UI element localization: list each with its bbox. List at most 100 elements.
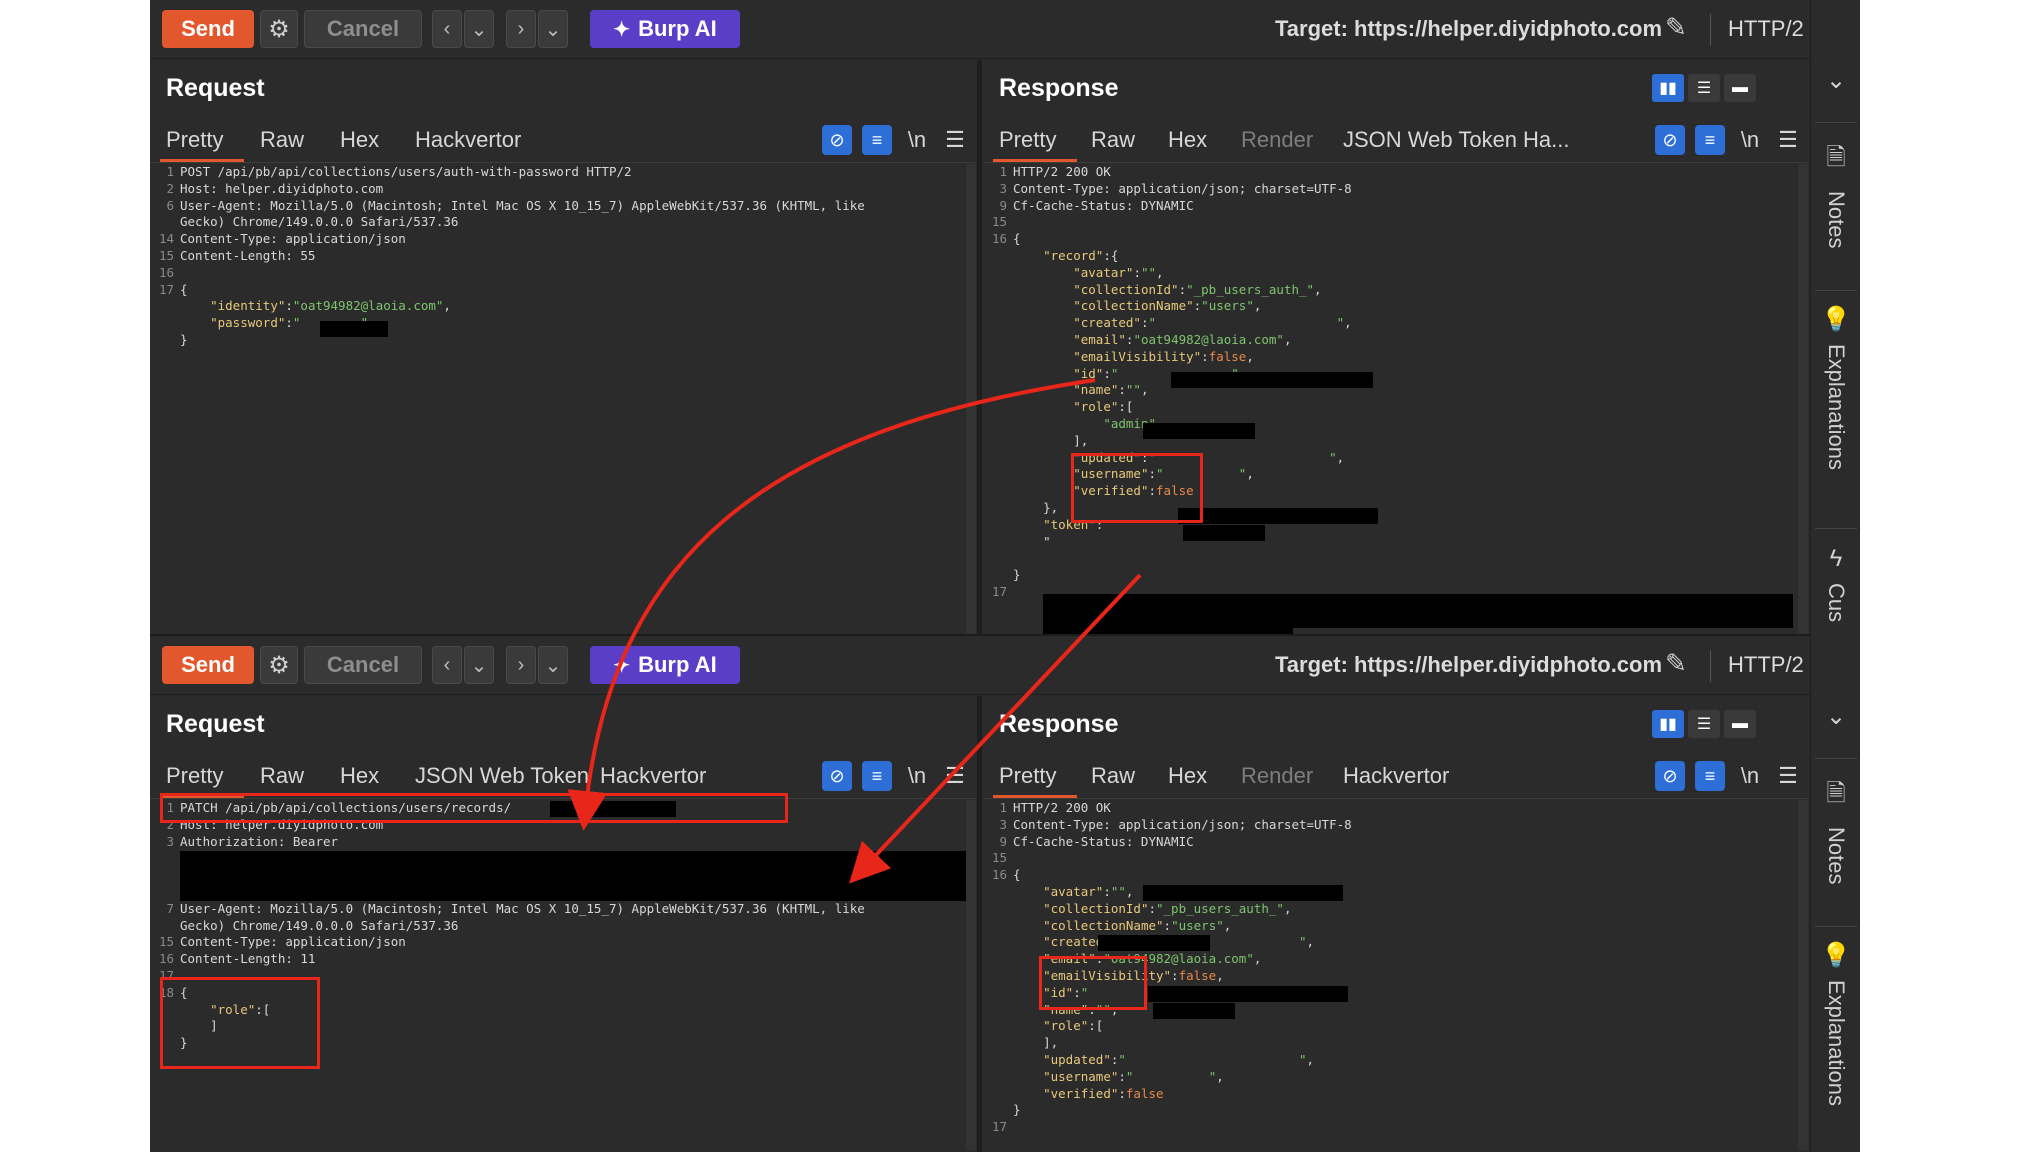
settings-gear-icon[interactable]: ⚙: [260, 10, 298, 48]
newline-toggle[interactable]: \n: [1735, 125, 1765, 155]
vertical-splitter[interactable]: [977, 696, 982, 1152]
burp-ai-button[interactable]: ✦ Burp AI: [590, 646, 740, 684]
forward-dropdown-icon[interactable]: ⌄: [538, 646, 568, 684]
tab-hackvertor[interactable]: Hackvertor: [415, 127, 521, 153]
menu-icon[interactable]: ☰: [1773, 761, 1803, 791]
forward-arrow-icon[interactable]: ›: [506, 10, 536, 48]
protocol-label[interactable]: HTTP/2: [1728, 16, 1804, 42]
split-horizontal-icon[interactable]: ☰: [1688, 710, 1720, 738]
line-text: Content-Type: application/json: [180, 231, 406, 247]
back-arrow-icon[interactable]: ‹: [432, 646, 462, 684]
vertical-splitter[interactable]: [977, 60, 982, 635]
cancel-button[interactable]: Cancel: [304, 10, 422, 48]
tab-hex[interactable]: Hex: [340, 763, 379, 789]
split-vertical-icon[interactable]: ▮▮: [1652, 74, 1684, 102]
menu-icon[interactable]: ☰: [1773, 125, 1803, 155]
send-button[interactable]: Send: [162, 10, 254, 48]
tab-raw[interactable]: Raw: [1091, 763, 1135, 789]
newline-toggle[interactable]: \n: [902, 125, 932, 155]
active-tab-underline: [160, 159, 244, 162]
newline-toggle[interactable]: \n: [1735, 761, 1765, 791]
tab-overflow[interactable]: Ha...: [1523, 127, 1569, 153]
code-line: 1 POST /api/pb/api/collections/users/auth…: [150, 164, 976, 181]
tab-pretty[interactable]: Pretty: [999, 763, 1056, 789]
sidebar-item-notes[interactable]: 🗎 Notes: [1811, 776, 1860, 884]
tab-json-web-token[interactable]: JSON Web Token: [415, 763, 589, 789]
line-text: POST /api/pb/api/collections/users/auth-…: [180, 164, 632, 179]
line-text: "collectionId":"_pb_users_auth_",: [1043, 900, 1292, 916]
tab-json-web-token[interactable]: JSON Web Token: [1343, 127, 1517, 153]
code-line: 1 HTTP/2 200 OK: [983, 164, 1808, 181]
tab-hackvertor[interactable]: Hackvertor: [1343, 763, 1449, 789]
hide-eye-icon[interactable]: ⊘: [1655, 125, 1685, 155]
back-dropdown-icon[interactable]: ⌄: [464, 646, 494, 684]
tab-pretty[interactable]: Pretty: [999, 127, 1056, 153]
tab-raw[interactable]: Raw: [260, 127, 304, 153]
tab-hex[interactable]: Hex: [1168, 763, 1207, 789]
line-text: "verified":false: [1043, 1085, 1164, 1101]
code-line: }: [983, 1102, 1808, 1119]
line-number: 1: [999, 800, 1007, 815]
code-line: 3 Authorization: Bearer: [150, 834, 976, 851]
burp-ai-button[interactable]: ✦ Burp AI: [590, 10, 740, 48]
tab-hex[interactable]: Hex: [1168, 127, 1207, 153]
burp-ai-label: Burp AI: [638, 652, 717, 677]
tab-hackvertor[interactable]: Hackvertor: [600, 763, 706, 789]
sidebar-item-notes[interactable]: 🗎 Notes: [1811, 140, 1860, 248]
settings-gear-icon[interactable]: ⚙: [260, 646, 298, 684]
response-editor-top[interactable]: 1 HTTP/2 200 OK 3 Content-Type: application…: [983, 164, 1808, 601]
tab-raw[interactable]: Raw: [260, 763, 304, 789]
burp-window: Send ⚙ Cancel ‹ ⌄ › ⌄ ✦ Burp AI Target: h…: [150, 0, 1860, 1152]
hide-eye-icon[interactable]: ⊘: [822, 761, 852, 791]
sidebar-collapse[interactable]: ⌄: [1811, 66, 1860, 95]
menu-icon[interactable]: ☰: [940, 125, 970, 155]
back-dropdown-icon[interactable]: ⌄: [464, 10, 494, 48]
sidebar-item-explanations[interactable]: 💡 Explanations: [1811, 305, 1860, 470]
split-horizontal-icon[interactable]: ☰: [1688, 74, 1720, 102]
tab-render[interactable]: Render: [1241, 127, 1313, 153]
hide-eye-icon[interactable]: ⊘: [822, 125, 852, 155]
line-number: 15: [158, 934, 174, 950]
single-view-icon[interactable]: ▬: [1724, 74, 1756, 102]
cancel-button[interactable]: Cancel: [304, 646, 422, 684]
scrollbar[interactable]: [966, 164, 976, 634]
edit-target-pencil-icon[interactable]: ✎: [1665, 12, 1699, 46]
sidebar-collapse[interactable]: ⌄: [1811, 702, 1860, 731]
line-number: 6: [166, 197, 174, 213]
scrollbar[interactable]: [1798, 800, 1808, 1150]
single-view-icon[interactable]: ▬: [1724, 710, 1756, 738]
target-label[interactable]: Target: https://helper.diyidphoto.com: [1275, 652, 1662, 678]
wrap-lines-icon[interactable]: ≡: [1695, 125, 1725, 155]
code-line: "emailVisibility":false,: [983, 349, 1808, 366]
wrap-lines-icon[interactable]: ≡: [862, 761, 892, 791]
tab-pretty[interactable]: Pretty: [166, 127, 223, 153]
scrollbar[interactable]: [966, 800, 976, 1150]
code-line: 15: [983, 850, 1808, 867]
tab-pretty[interactable]: Pretty: [166, 763, 223, 789]
line-number: 16: [991, 867, 1007, 883]
wrap-lines-icon[interactable]: ≡: [862, 125, 892, 155]
scrollbar[interactable]: [1798, 164, 1808, 634]
protocol-label[interactable]: HTTP/2: [1728, 652, 1804, 678]
tab-hex[interactable]: Hex: [340, 127, 379, 153]
sidebar-item-explanations[interactable]: 💡 Explanations: [1811, 941, 1860, 1106]
wrap-lines-icon[interactable]: ≡: [1695, 761, 1725, 791]
send-button[interactable]: Send: [162, 646, 254, 684]
forward-arrow-icon[interactable]: ›: [506, 646, 536, 684]
target-label[interactable]: Target: https://helper.diyidphoto.com: [1275, 16, 1662, 42]
forward-dropdown-icon[interactable]: ⌄: [538, 10, 568, 48]
tab-raw[interactable]: Raw: [1091, 127, 1135, 153]
sidebar-item-custom[interactable]: ϟ Cus: [1811, 545, 1860, 622]
code-line: 1 HTTP/2 200 OK: [983, 800, 1808, 817]
code-line: ],: [983, 1035, 1808, 1052]
newline-toggle[interactable]: \n: [902, 761, 932, 791]
split-vertical-icon[interactable]: ▮▮: [1652, 710, 1684, 738]
hide-eye-icon[interactable]: ⊘: [1655, 761, 1685, 791]
menu-icon[interactable]: ☰: [940, 761, 970, 791]
line-text: "username":" ",: [1043, 1068, 1224, 1084]
tab-render[interactable]: Render: [1241, 763, 1313, 789]
back-arrow-icon[interactable]: ‹: [432, 10, 462, 48]
edit-target-pencil-icon[interactable]: ✎: [1665, 648, 1699, 682]
response-tabs-bottom: Pretty Raw Hex Render Hackvertor ⊘ ≡ \n …: [983, 756, 1808, 799]
request-editor-top[interactable]: 1 POST /api/pb/api/collections/users/auth…: [150, 164, 976, 349]
